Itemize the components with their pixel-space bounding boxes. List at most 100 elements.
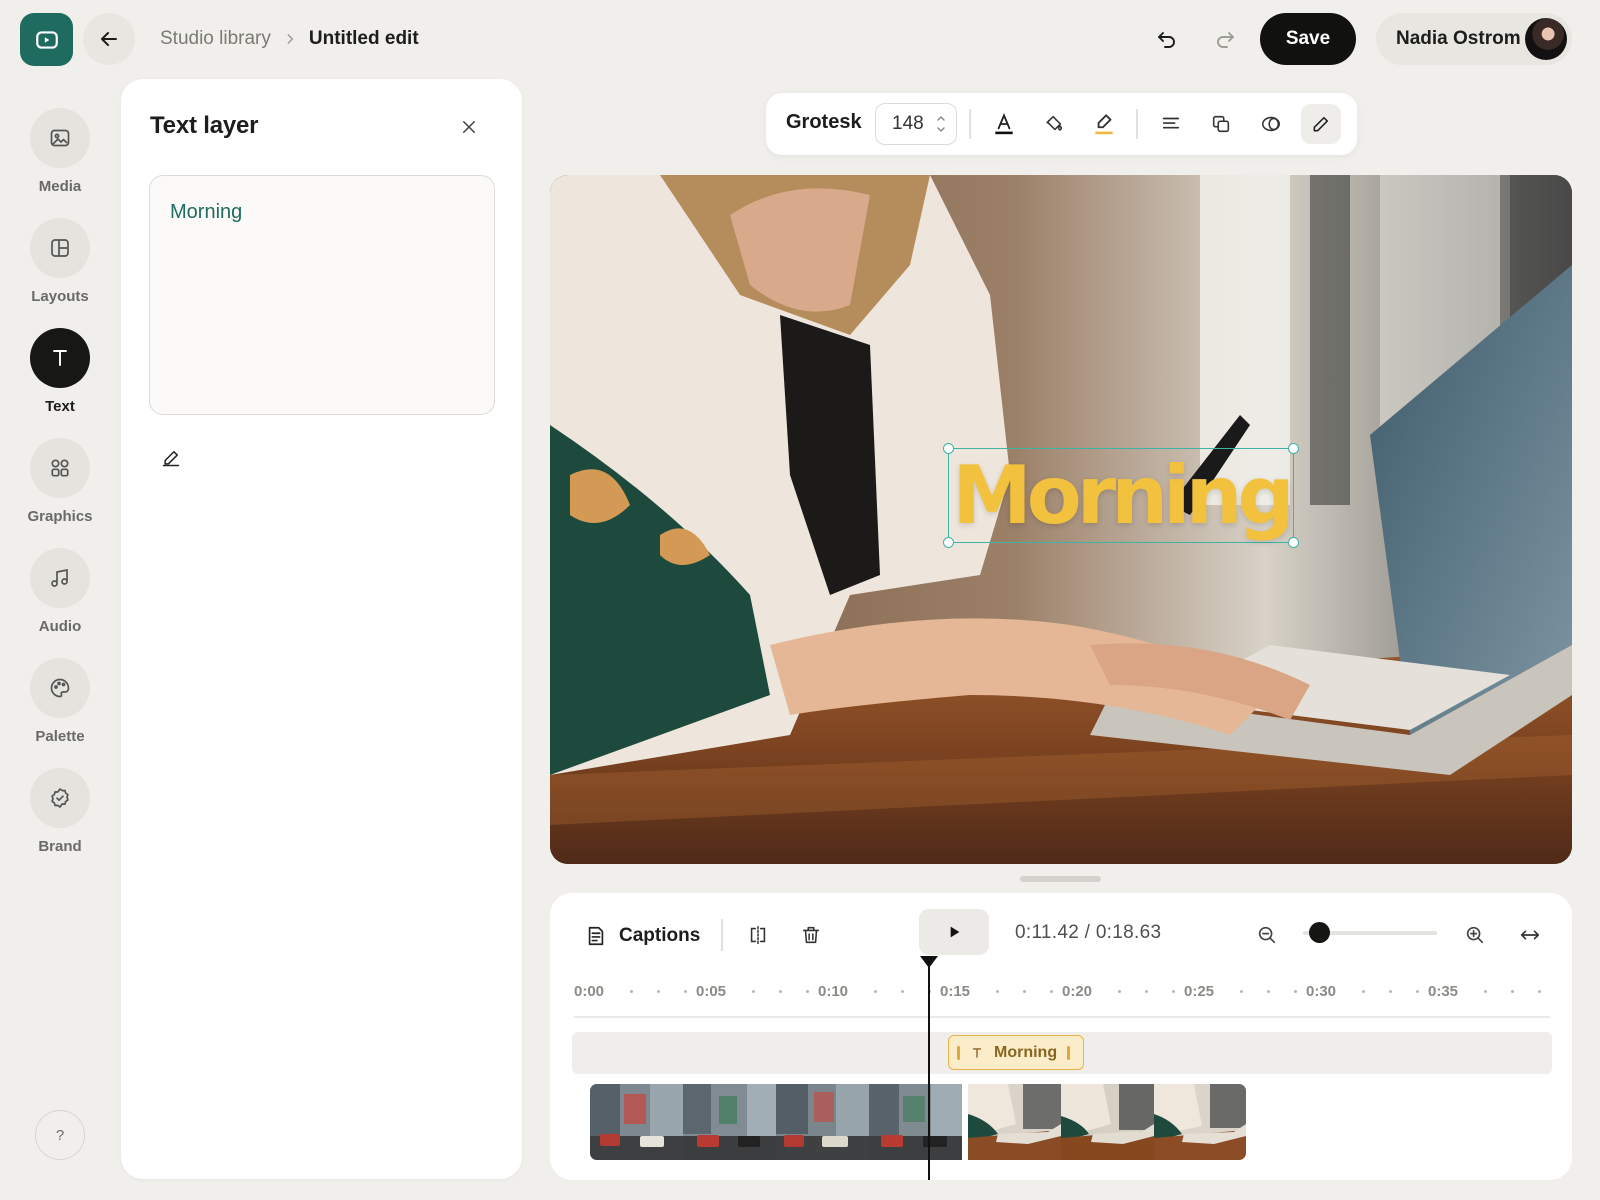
text-layer-panel: Text layer Morning xyxy=(121,79,522,1179)
fit-timeline-button[interactable] xyxy=(1512,917,1548,953)
video-thumbnail[interactable] xyxy=(683,1084,776,1160)
captions-label: Captions xyxy=(619,925,701,946)
ruler-tick-mark xyxy=(1118,990,1121,993)
caption-track[interactable]: Morning xyxy=(572,1032,1552,1074)
document-title[interactable]: Untitled edit xyxy=(309,28,419,50)
ruler-tick-mark xyxy=(1389,990,1392,993)
play-button[interactable] xyxy=(919,909,989,955)
delete-button[interactable] xyxy=(793,917,829,953)
timeline-divider xyxy=(721,919,723,951)
text-color-icon xyxy=(995,112,1013,135)
overlay-text: Morning xyxy=(952,449,1295,542)
undo-button[interactable] xyxy=(1147,20,1187,60)
rail-item-brand[interactable]: Brand xyxy=(16,768,104,855)
caption-clip[interactable]: Morning xyxy=(948,1035,1084,1070)
redo-button[interactable] xyxy=(1205,20,1245,60)
ruler-tick-label: 0:10 xyxy=(818,983,849,1000)
panel-resize-handle[interactable] xyxy=(1020,876,1101,882)
video-thumbnail[interactable] xyxy=(590,1084,683,1160)
edit-mode-button[interactable] xyxy=(1301,104,1341,144)
video-thumbnail[interactable] xyxy=(776,1084,869,1160)
ruler-tick-label: 0:15 xyxy=(940,983,971,1000)
video-thumbnail[interactable] xyxy=(869,1084,962,1160)
ruler-tick-mark xyxy=(630,990,633,993)
ruler-tick-label: 0:00 xyxy=(574,983,605,1000)
zoom-in-button[interactable] xyxy=(1457,917,1493,953)
rail-item-graphics[interactable]: Graphics xyxy=(16,438,104,525)
zoom-slider[interactable] xyxy=(1303,922,1437,943)
playhead[interactable] xyxy=(920,956,938,1180)
clip-trim-handle-left[interactable] xyxy=(957,1045,960,1060)
ruler-tick-mark xyxy=(1023,990,1026,993)
ruler-tick-mark xyxy=(806,990,809,993)
app-logo[interactable] xyxy=(20,13,73,66)
resize-handle-top-right[interactable] xyxy=(1288,443,1299,454)
rail-label: Media xyxy=(38,178,82,195)
time-readout: 0:11.42 / 0:18.63 xyxy=(1015,922,1162,943)
duplicate-button[interactable] xyxy=(1201,104,1241,144)
ruler-tick-label: 0:35 xyxy=(1428,983,1459,1000)
text-color-button[interactable] xyxy=(984,104,1024,144)
close-button[interactable] xyxy=(454,112,484,142)
toolbar-divider xyxy=(1136,109,1138,139)
user-menu[interactable]: Nadia Ostrom xyxy=(1376,13,1572,65)
redo-icon xyxy=(1217,32,1234,48)
ruler-tick-label: 0:30 xyxy=(1306,983,1337,1000)
resize-handle-bottom-right[interactable] xyxy=(1288,537,1299,548)
help-button[interactable]: ? xyxy=(35,1110,85,1160)
fill-button[interactable] xyxy=(1034,104,1074,144)
stepper-icon[interactable] xyxy=(935,112,947,136)
zoom-out-icon xyxy=(1258,926,1276,944)
ruler-tick-mark xyxy=(684,990,687,993)
ruler-tick-mark xyxy=(1172,990,1175,993)
caption-clip-label: Morning xyxy=(994,1043,1058,1061)
ruler-tick-mark xyxy=(657,990,660,993)
resize-handle-top-left[interactable] xyxy=(943,443,954,454)
timeline-ruler[interactable]: 0:00 0:05 0:10 0:15 0:20 0:25 0:30 0:35 xyxy=(574,983,1550,1013)
video-thumbnail[interactable] xyxy=(1154,1084,1246,1160)
rail-item-palette[interactable]: Palette xyxy=(16,658,104,745)
split-button[interactable] xyxy=(740,917,776,953)
resize-handle-bottom-left[interactable] xyxy=(943,537,954,548)
undo-icon xyxy=(1158,32,1175,48)
user-name: Nadia Ostrom xyxy=(1396,28,1521,49)
text-format-toolbar: Grotesk 148 xyxy=(766,93,1357,155)
music-note-icon xyxy=(51,568,68,587)
breadcrumb: Studio library Untitled edit xyxy=(160,26,419,52)
rail-item-media[interactable]: Media xyxy=(16,108,104,195)
font-size-input[interactable]: 148 xyxy=(875,103,957,145)
rail-item-audio[interactable]: Audio xyxy=(16,548,104,635)
rail-item-layouts[interactable]: Layouts xyxy=(16,218,104,305)
ruler-tick-label: 0:25 xyxy=(1184,983,1215,1000)
rail-item-text[interactable]: Text xyxy=(16,328,104,415)
video-thumbnail[interactable] xyxy=(968,1084,1061,1160)
text-t-icon xyxy=(53,350,67,366)
zoom-slider-thumb[interactable] xyxy=(1308,922,1330,943)
ruler-tick-mark xyxy=(1294,990,1297,993)
play-icon xyxy=(950,926,960,938)
back-button[interactable] xyxy=(83,13,135,65)
ruler-tick-mark xyxy=(752,990,755,993)
pencil-line-icon xyxy=(162,451,180,467)
play-square-icon xyxy=(35,30,58,49)
captions-button[interactable]: Captions xyxy=(585,920,700,952)
layer-text-input[interactable]: Morning xyxy=(149,175,495,415)
save-button[interactable]: Save xyxy=(1260,13,1356,65)
edit-text-button[interactable] xyxy=(158,445,184,471)
ruler-tick-mark xyxy=(1267,990,1270,993)
font-family-select[interactable]: Grotesk xyxy=(786,111,862,134)
breadcrumb-parent-link[interactable]: Studio library xyxy=(160,28,271,50)
highlight-button[interactable] xyxy=(1084,104,1124,144)
text-layer-selection[interactable]: Morning xyxy=(943,443,1299,548)
ruler-tick-label: 0:05 xyxy=(696,983,727,1000)
opacity-button[interactable] xyxy=(1251,104,1291,144)
rail-label: Graphics xyxy=(27,508,93,525)
ruler-tick-mark xyxy=(874,990,877,993)
playhead-marker[interactable] xyxy=(920,956,938,968)
clip-trim-handle-right[interactable] xyxy=(1067,1045,1071,1060)
zoom-out-button[interactable] xyxy=(1249,917,1285,953)
font-size-value: 148 xyxy=(892,113,924,134)
align-button[interactable] xyxy=(1151,104,1191,144)
video-thumbnail[interactable] xyxy=(1061,1084,1154,1160)
video-canvas[interactable]: Morning xyxy=(550,175,1572,864)
